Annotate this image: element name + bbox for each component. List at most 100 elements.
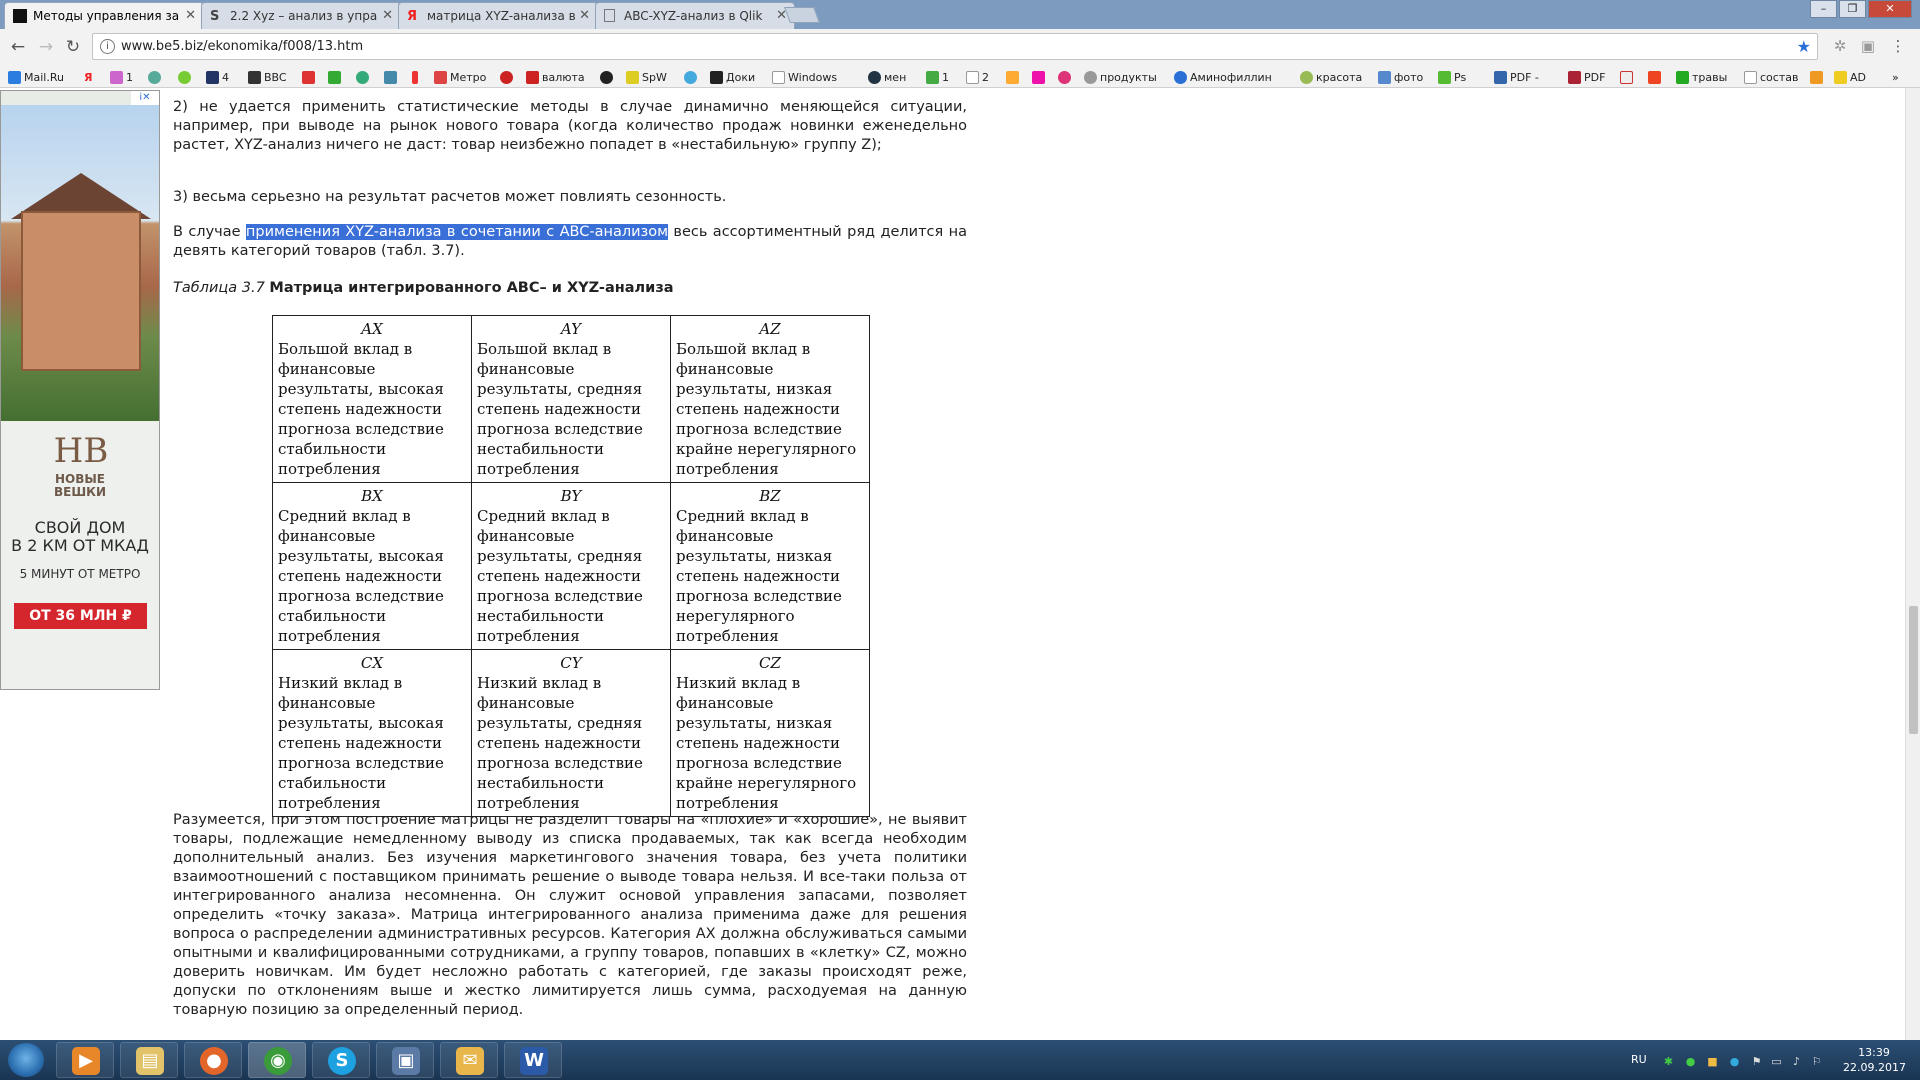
bookmark-item[interactable] — [412, 69, 421, 85]
bookmark-item[interactable]: SpW — [626, 69, 667, 85]
volume-icon[interactable]: ♪ — [1790, 1055, 1803, 1068]
bookmark-item[interactable]: 1 — [110, 69, 133, 85]
bookmark-item[interactable]: валюта — [526, 69, 585, 85]
taskbar-skype[interactable]: S — [312, 1042, 370, 1078]
bookmark-item[interactable]: Mail.Ru — [8, 69, 64, 85]
selected-text[interactable]: применения XYZ-анализа в сочетании с ABC… — [245, 224, 669, 240]
tab-2[interactable]: S 2.2 Xyz – анализ в упра ✕ — [201, 2, 401, 29]
extension-icon[interactable]: ✲ — [1830, 37, 1850, 57]
taskbar-network[interactable]: ▣ — [376, 1042, 434, 1078]
ad-price-button[interactable]: ОТ 36 МЛН ₽ — [14, 603, 147, 629]
info-icon[interactable]: i — [100, 39, 115, 54]
ad-badge[interactable]: i✕ — [131, 91, 159, 105]
bookmark-item[interactable] — [302, 69, 318, 85]
bookmark-item[interactable]: AD — [1834, 69, 1866, 85]
bookmark-item[interactable]: PDF — [1568, 69, 1605, 85]
taskbar-word[interactable]: W — [504, 1042, 562, 1078]
bookmark-item[interactable]: PDF - — [1494, 69, 1539, 85]
bookmark-item[interactable] — [1058, 69, 1074, 85]
bookmark-item[interactable]: 4 — [206, 69, 229, 85]
reload-icon[interactable]: ↻ — [63, 37, 83, 57]
be5-icon — [13, 9, 27, 23]
maximize-button[interactable]: ❐ — [1839, 0, 1866, 18]
taskbar-media-player[interactable]: ▶ — [56, 1042, 114, 1078]
start-button[interactable] — [8, 1043, 44, 1077]
taskbar-firefox[interactable]: ● — [184, 1042, 242, 1078]
bookmark-item[interactable]: Доки — [710, 69, 755, 85]
back-arrow-icon[interactable]: ← — [8, 37, 28, 57]
ad-brand: НОВЫЕ ВЕШКИ — [53, 472, 107, 499]
bookmark-item[interactable]: Я — [84, 69, 92, 85]
bookmark-item[interactable] — [1648, 69, 1664, 85]
bookmark-icon — [1058, 70, 1071, 84]
bookmark-item[interactable] — [1620, 69, 1636, 85]
address-url[interactable]: www.be5.biz/ekonomika/f008/13.htm — [121, 39, 363, 54]
close-icon[interactable]: ✕ — [579, 8, 590, 23]
bookmark-item[interactable] — [148, 69, 164, 85]
bookmark-item[interactable]: BBC — [248, 69, 287, 85]
page-scrollbar[interactable] — [1905, 88, 1920, 1040]
bookmark-item[interactable] — [356, 69, 372, 85]
bookmark-item[interactable]: продукты — [1084, 69, 1157, 85]
close-icon[interactable]: ✕ — [382, 8, 393, 23]
bookmark-icon — [412, 70, 418, 84]
tray-app-icon[interactable]: ● — [1684, 1055, 1697, 1068]
bookmark-item[interactable]: красота — [1300, 69, 1362, 85]
pdf-icon — [1568, 70, 1581, 84]
ad-logo: НВ — [53, 431, 109, 471]
taskbar-chrome[interactable]: ◉ — [248, 1042, 306, 1078]
taskbar-explorer[interactable]: ▤ — [120, 1042, 178, 1078]
bookmark-star-icon[interactable]: ★ — [1797, 37, 1811, 56]
bookmark-item[interactable]: состав — [1744, 69, 1798, 85]
matrix-cell-bx: BX Средний вклад в финансовые результаты,… — [272, 482, 472, 650]
bookmark-item[interactable]: травы — [1676, 69, 1727, 85]
bookmark-item[interactable]: Windows — [772, 69, 837, 85]
menu-icon[interactable]: ⋮ — [1888, 37, 1908, 57]
language-indicator[interactable]: RU — [1631, 1053, 1647, 1066]
tray-app-icon[interactable]: ✱ — [1662, 1055, 1675, 1068]
taskbar-mail[interactable]: ✉ — [440, 1042, 498, 1078]
bookmark-item[interactable]: мен — [868, 69, 906, 85]
flag-icon[interactable]: ⚐ — [1810, 1055, 1823, 1068]
bookmark-item[interactable]: 2 — [966, 69, 989, 85]
bookmark-item[interactable] — [178, 69, 194, 85]
tab-4[interactable]: ABC-XYZ-анализ в Qlik ✕ — [595, 2, 795, 29]
bookmark-item[interactable] — [1032, 69, 1048, 85]
matrix-row: CX Низкий вклад в финансовые результаты, … — [272, 649, 870, 817]
bookmark-icon — [302, 70, 315, 84]
matrix-cell-ax: AX Большой вклад в финансовые результаты,… — [272, 315, 472, 483]
bookmark-item[interactable] — [500, 69, 516, 85]
bookmark-item[interactable]: Метро — [434, 69, 486, 85]
tab-3[interactable]: Я матрица XYZ-анализа в ✕ — [398, 2, 598, 29]
bookmark-item[interactable] — [1006, 69, 1022, 85]
tab-1[interactable]: Методы управления за ✕ — [4, 2, 204, 29]
window-close-button[interactable]: ✕ — [1868, 0, 1912, 18]
scrollbar-thumb[interactable] — [1909, 606, 1918, 734]
minimize-button[interactable]: – — [1810, 0, 1837, 18]
tray-app-icon[interactable]: ■ — [1706, 1055, 1719, 1068]
address-bar[interactable]: i www.be5.biz/ekonomika/f008/13.htm ★ — [92, 33, 1818, 60]
bookmark-icon — [926, 70, 939, 84]
bookmark-item[interactable]: 1 — [926, 69, 949, 85]
bookmark-item[interactable] — [328, 69, 344, 85]
advertisement-banner[interactable]: i✕ НВ НОВЫЕ ВЕШКИ СВОЙ ДОМ В 2 КМ ОТ МКА… — [0, 90, 160, 690]
metro-icon — [434, 70, 447, 84]
clock[interactable]: 13:39 22.09.2017 — [1843, 1045, 1906, 1075]
forward-arrow-icon[interactable]: → — [36, 37, 56, 57]
bookmark-item[interactable]: фото — [1378, 69, 1423, 85]
close-icon[interactable]: ✕ — [185, 8, 196, 23]
bookmark-item[interactable] — [1810, 69, 1826, 85]
paragraph: 2) не удается применить статистические м… — [173, 99, 967, 153]
bookmark-item[interactable]: Ps — [1438, 69, 1466, 85]
tray-app-icon[interactable]: ● — [1728, 1055, 1741, 1068]
bookmark-item[interactable] — [600, 69, 616, 85]
action-center-icon[interactable]: ⚑ — [1750, 1055, 1763, 1068]
extension-icon[interactable]: ▣ — [1858, 37, 1878, 57]
paragraph: 3) весьма серьезно на результат расчетов… — [173, 189, 727, 205]
monitor-icon[interactable]: ▭ — [1770, 1055, 1783, 1068]
bookmark-item[interactable] — [384, 69, 400, 85]
bookmark-item[interactable]: Аминофиллин — [1174, 69, 1272, 85]
new-tab-button[interactable] — [784, 7, 820, 23]
bookmarks-overflow-icon[interactable]: » — [1892, 69, 1899, 85]
bookmark-item[interactable] — [684, 69, 700, 85]
